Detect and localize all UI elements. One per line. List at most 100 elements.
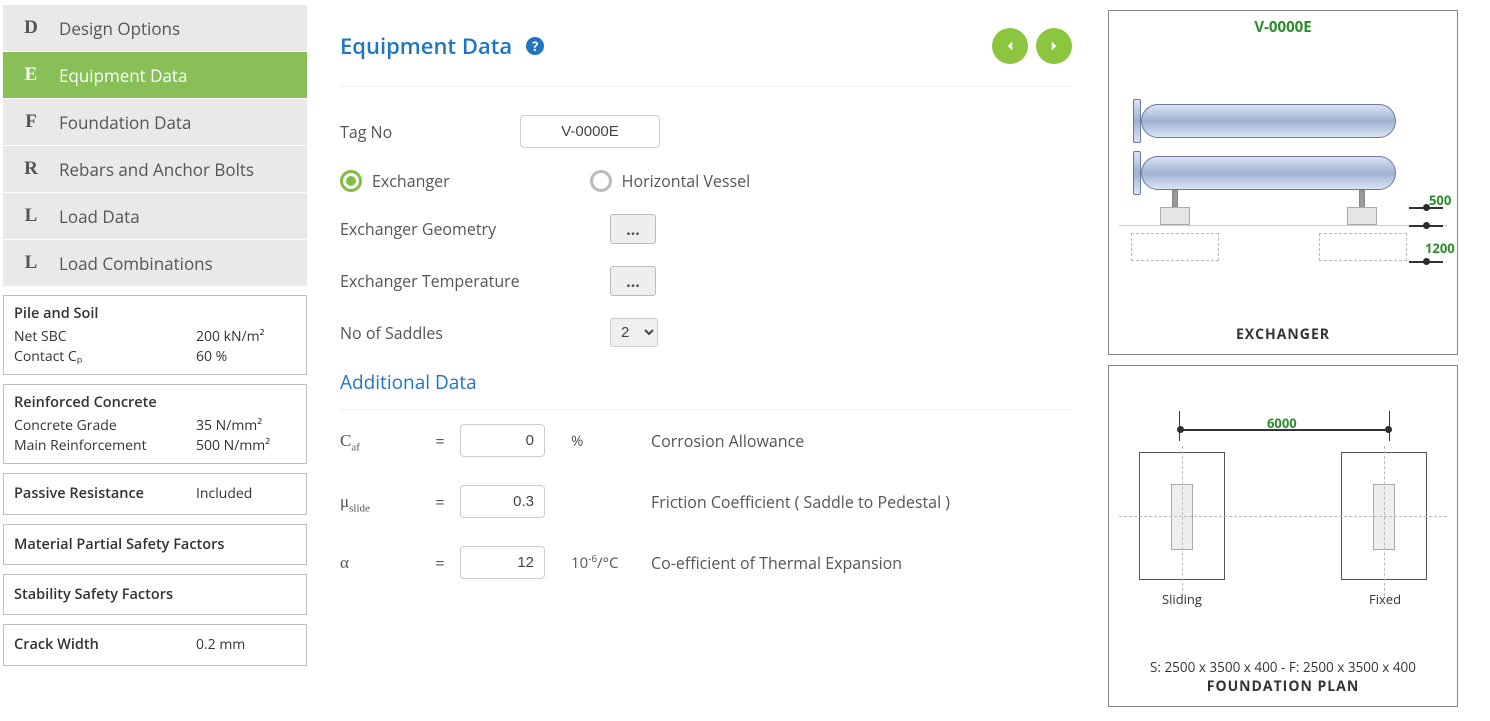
row-label: Contact Cₚ xyxy=(14,347,82,367)
row-exchanger-geometry: Exchanger Geometry ... xyxy=(340,214,1072,244)
center-line xyxy=(1182,446,1183,596)
row-value: Included xyxy=(196,484,296,504)
friction-coefficient-input[interactable] xyxy=(460,485,545,518)
description: Corrosion Allowance xyxy=(645,430,1072,452)
nav-equipment-data[interactable]: E Equipment Data xyxy=(3,52,307,98)
field-label: No of Saddles xyxy=(340,322,610,344)
card-title: Pile and Soil xyxy=(14,304,296,323)
card-row: Contact Cₚ 60 % xyxy=(14,347,296,367)
card-title: Stability Safety Factors xyxy=(14,585,296,604)
page-title-text: Equipment Data xyxy=(340,31,512,61)
card-material-partial-safety-factors[interactable]: Material Partial Safety Factors xyxy=(3,524,307,565)
radio-horizontal-vessel[interactable]: Horizontal Vessel xyxy=(590,170,751,192)
nav-key: D xyxy=(3,17,59,39)
help-icon[interactable]: ? xyxy=(526,37,544,55)
card-crack-width[interactable]: Crack Width 0.2 mm xyxy=(3,624,307,666)
row-corrosion-allowance: Caf = % Corrosion Allowance xyxy=(340,424,1072,457)
exchanger-temperature-button[interactable]: ... xyxy=(610,266,656,296)
pipe-icon xyxy=(1141,104,1396,138)
nav-key: R xyxy=(3,158,59,180)
thermal-expansion-input[interactable] xyxy=(460,546,545,579)
arrow-right-icon xyxy=(1045,37,1063,55)
row-no-of-saddles: No of Saddles 2 xyxy=(340,318,1072,347)
page-header: Equipment Data ? xyxy=(340,28,1072,87)
nav-key: E xyxy=(3,64,59,86)
card-row: Concrete Grade 35 N/mm² xyxy=(14,416,296,436)
tag-no-input[interactable] xyxy=(520,115,660,148)
tag-no-label: Tag No xyxy=(340,121,520,143)
nav-label: Load Data xyxy=(59,205,307,228)
saddles-select[interactable]: 2 xyxy=(610,318,658,347)
row-value: 35 N/mm² xyxy=(196,416,296,436)
card-pile-and-soil[interactable]: Pile and Soil Net SBC 200 kN/m² Contact … xyxy=(3,295,307,375)
dim-line xyxy=(1179,411,1180,441)
pipe-icon xyxy=(1141,156,1396,190)
description: Co-efficient of Thermal Expansion xyxy=(645,552,1072,574)
center-line xyxy=(1119,516,1447,517)
row-value: 0.2 mm xyxy=(196,635,296,655)
nav-load-data[interactable]: L Load Data xyxy=(3,193,307,239)
diagram-tag: V-0000E xyxy=(1109,17,1457,37)
diagram-foundation-plan: 6000 Sliding Fixed S: 2500 x 3500 x 400 … xyxy=(1108,365,1458,707)
pedestal-icon xyxy=(1160,207,1190,225)
equals: = xyxy=(420,491,460,513)
card-row: Main Reinforcement 500 N/mm² xyxy=(14,436,296,456)
radio-label: Exchanger xyxy=(372,170,450,192)
radio-exchanger[interactable]: Exchanger xyxy=(340,170,450,192)
nav-key: L xyxy=(3,252,59,274)
card-title: Material Partial Safety Factors xyxy=(14,535,296,554)
field-label: Exchanger Geometry xyxy=(340,218,610,240)
equals: = xyxy=(420,552,460,574)
nav-label: Foundation Data xyxy=(59,111,307,134)
nav-label: Rebars and Anchor Bolts xyxy=(59,158,307,181)
row-value: 60 % xyxy=(196,347,296,367)
equals: = xyxy=(420,430,460,452)
corrosion-allowance-input[interactable] xyxy=(460,424,545,457)
nav-rebars-anchor-bolts[interactable]: R Rebars and Anchor Bolts xyxy=(3,146,307,192)
arrow-left-icon xyxy=(1001,37,1019,55)
field-label: Exchanger Temperature xyxy=(340,270,610,292)
leg-icon xyxy=(1172,190,1178,208)
diagram-caption: EXCHANGER xyxy=(1109,325,1457,344)
flange-icon xyxy=(1133,99,1141,143)
card-passive-resistance[interactable]: Passive Resistance Included xyxy=(3,473,307,515)
main-content: Equipment Data ? Tag No Exchanger Horizo… xyxy=(310,0,1102,721)
row-tag-no: Tag No xyxy=(340,115,1072,148)
nav-load-combinations[interactable]: L Load Combinations xyxy=(3,240,307,286)
dim-6000: 6000 xyxy=(1267,414,1297,432)
dashed-footing-icon xyxy=(1319,233,1407,261)
exchanger-geometry-button[interactable]: ... xyxy=(610,214,656,244)
description: Friction Coefficient ( Saddle to Pedesta… xyxy=(645,491,1072,513)
next-button[interactable] xyxy=(1036,28,1072,64)
nav-key: L xyxy=(3,205,59,227)
card-reinforced-concrete[interactable]: Reinforced Concrete Concrete Grade 35 N/… xyxy=(3,384,307,464)
center-line xyxy=(1384,446,1385,596)
sidebar: D Design Options E Equipment Data F Foun… xyxy=(0,0,310,721)
dim-1200: 1200 xyxy=(1425,239,1455,257)
unit: % xyxy=(545,431,645,451)
radio-icon xyxy=(590,170,612,192)
pedestal-icon xyxy=(1347,207,1377,225)
dim-dot-icon xyxy=(1423,258,1430,265)
nav-design-options[interactable]: D Design Options xyxy=(3,5,307,51)
radio-label: Horizontal Vessel xyxy=(622,170,751,192)
row-value: 500 N/mm² xyxy=(196,436,296,456)
card-stability-safety-factors[interactable]: Stability Safety Factors xyxy=(3,574,307,615)
card-title: Passive Resistance xyxy=(14,484,144,504)
dim-line xyxy=(1389,411,1390,441)
nav-label: Load Combinations xyxy=(59,252,307,275)
equipment-type-radio: Exchanger Horizontal Vessel xyxy=(340,170,1072,192)
row-thermal-expansion: α = 10-6/°C Co-efficient of Thermal Expa… xyxy=(340,546,1072,579)
row-exchanger-temperature: Exchanger Temperature ... xyxy=(340,266,1072,296)
row-value: 200 kN/m² xyxy=(196,327,296,347)
nav-foundation-data[interactable]: F Foundation Data xyxy=(3,99,307,145)
flange-icon xyxy=(1133,151,1141,195)
row-friction-coefficient: μslide = Friction Coefficient ( Saddle t… xyxy=(340,485,1072,518)
nav-label: Design Options xyxy=(59,17,307,40)
prev-button[interactable] xyxy=(992,28,1028,64)
page-nav xyxy=(992,28,1072,64)
dim-dot-icon xyxy=(1423,222,1430,229)
dims-text: S: 2500 x 3500 x 400 - F: 2500 x 3500 x … xyxy=(1109,658,1457,676)
nav-label: Equipment Data xyxy=(59,64,307,87)
symbol: μslide xyxy=(340,492,420,512)
